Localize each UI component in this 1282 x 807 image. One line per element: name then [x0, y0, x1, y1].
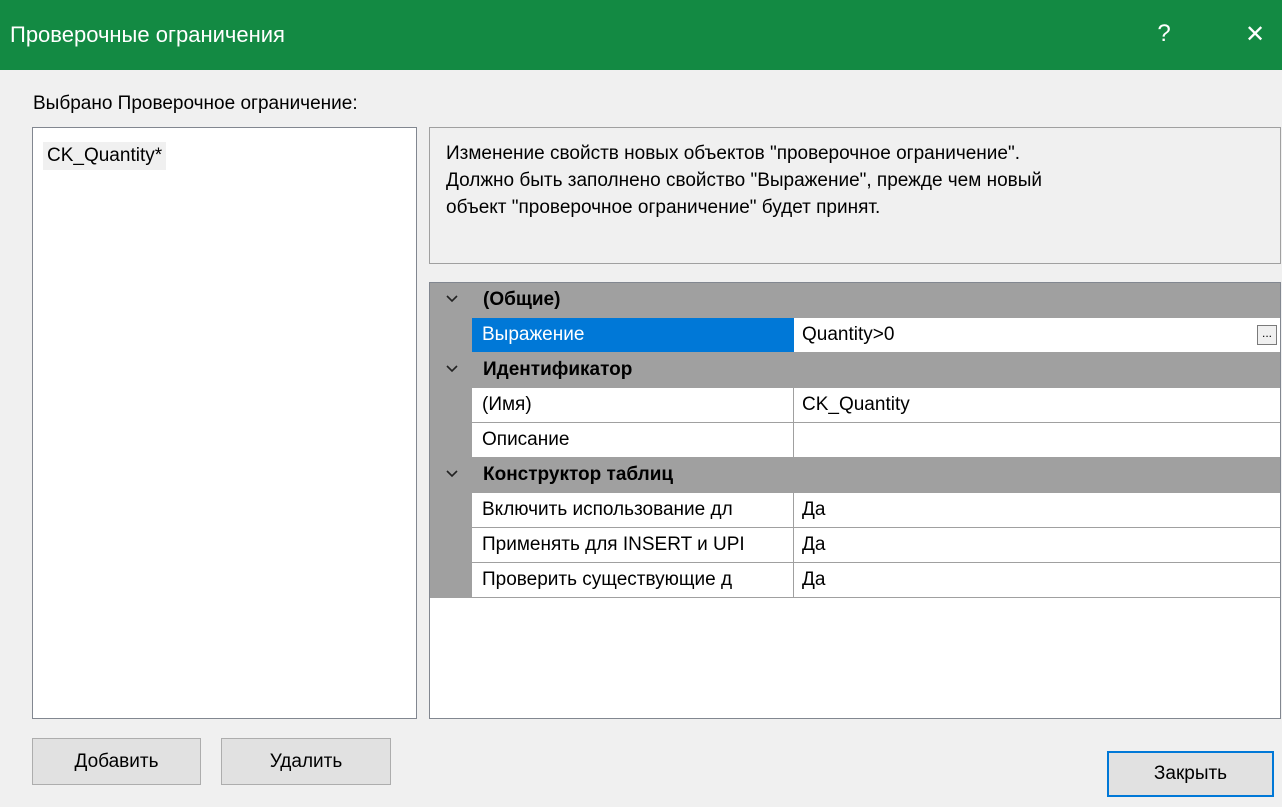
property-row-enforce-insert-update[interactable]: Применять для INSERT и UPI Да [430, 528, 1280, 563]
chevron-down-icon[interactable] [444, 289, 460, 309]
row-gutter [430, 388, 472, 423]
expression-value[interactable]: Quantity>0 [802, 324, 894, 345]
constraint-list[interactable]: CK_Quantity* [32, 127, 417, 719]
property-value[interactable]: Quantity>0 ... [794, 318, 1280, 353]
title-bar: Проверочные ограничения ? ✕ [0, 0, 1282, 70]
property-value[interactable]: Да [794, 493, 1280, 528]
property-row-check-existing[interactable]: Проверить существующие д Да [430, 563, 1280, 598]
ellipsis-button[interactable]: ... [1257, 325, 1277, 345]
description-line: Должно быть заполнено свойство "Выражени… [446, 170, 1043, 191]
row-gutter [430, 563, 472, 598]
close-icon: ✕ [1244, 20, 1266, 48]
property-row-expression[interactable]: Выражение Quantity>0 ... [430, 318, 1280, 353]
chevron-down-icon[interactable] [444, 464, 460, 484]
row-gutter [430, 493, 472, 528]
category-label: (Общие) [483, 289, 561, 310]
chevron-down-icon[interactable] [444, 359, 460, 379]
property-row-name[interactable]: (Имя) CK_Quantity [430, 388, 1280, 423]
property-name[interactable]: Выражение [472, 318, 794, 353]
category-general[interactable]: (Общие) [430, 283, 1280, 318]
property-name[interactable]: Включить использование дл [472, 493, 794, 528]
window-title: Проверочные ограничения [10, 22, 285, 47]
category-identity[interactable]: Идентификатор [430, 353, 1280, 388]
property-grid[interactable]: (Общие) Выражение Quantity>0 ... Идентиф… [429, 282, 1281, 719]
add-button[interactable]: Добавить [32, 738, 201, 785]
property-name[interactable]: Применять для INSERT и UPI [472, 528, 794, 563]
property-value[interactable]: Да [794, 528, 1280, 563]
close-button[interactable]: Закрыть [1107, 751, 1274, 797]
selected-constraint-label: Выбрано Проверочное ограничение: [33, 93, 358, 114]
property-name[interactable]: (Имя) [472, 388, 794, 423]
category-label: Идентификатор [483, 359, 633, 380]
property-name[interactable]: Проверить существующие д [472, 563, 794, 598]
delete-button[interactable]: Удалить [221, 738, 391, 785]
property-value[interactable] [794, 423, 1280, 458]
description-line: Изменение свойств новых объектов "провер… [446, 143, 1020, 164]
question-mark-icon: ? [1157, 20, 1171, 47]
property-row-enforce-replication[interactable]: Включить использование дл Да [430, 493, 1280, 528]
row-gutter [430, 318, 472, 353]
property-row-description[interactable]: Описание [430, 423, 1280, 458]
list-item[interactable]: CK_Quantity* [43, 142, 167, 170]
category-label: Конструктор таблиц [483, 464, 674, 485]
description-panel: Изменение свойств новых объектов "провер… [429, 127, 1281, 264]
help-button[interactable]: ? [1142, 14, 1186, 54]
property-value[interactable]: CK_Quantity [794, 388, 1280, 423]
row-gutter [430, 528, 472, 563]
close-window-button[interactable]: ✕ [1233, 14, 1277, 54]
description-line: объект "проверочное ограничение" будет п… [446, 197, 881, 218]
property-name[interactable]: Описание [472, 423, 794, 458]
row-gutter [430, 423, 472, 458]
category-table-designer[interactable]: Конструктор таблиц [430, 458, 1280, 493]
property-value[interactable]: Да [794, 563, 1280, 598]
